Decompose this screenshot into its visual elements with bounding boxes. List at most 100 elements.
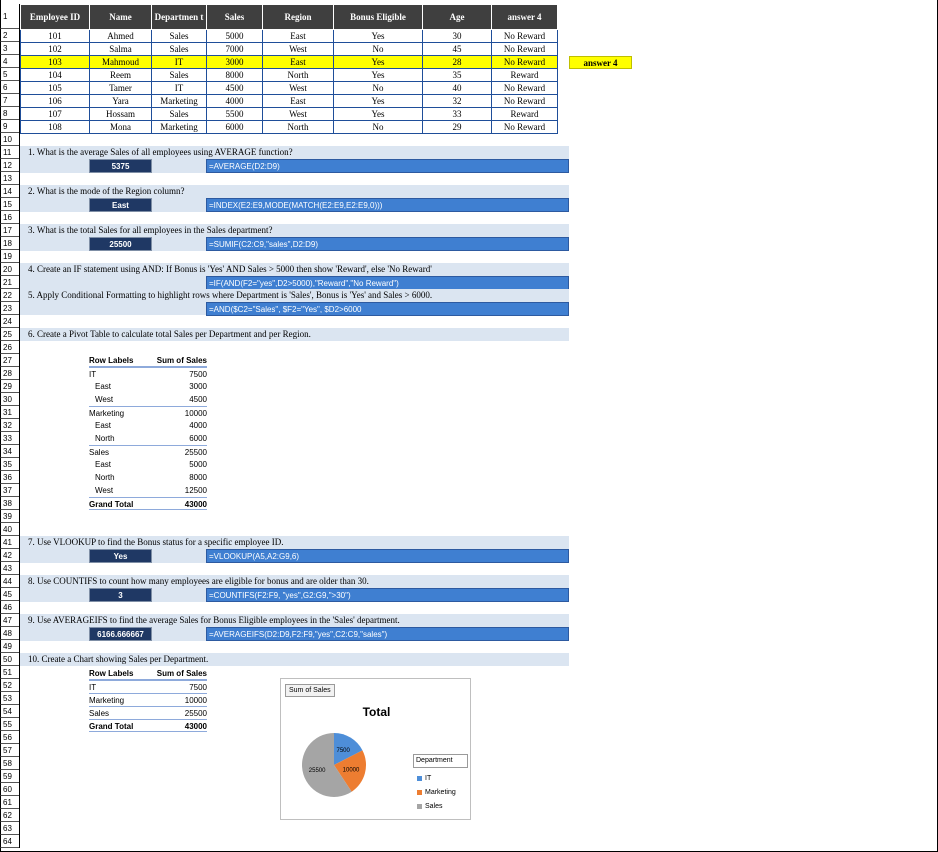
table-cell[interactable]: 35 [422,68,492,82]
formula-cell[interactable]: =INDEX(E2:E9,MODE(MATCH(E2:E9,E2:E9,0))) [206,198,569,212]
row-header[interactable]: 40 [0,523,19,536]
table-cell[interactable]: 4000 [206,94,263,108]
table-cell[interactable]: North [262,120,334,134]
table-cell[interactable]: Tamer [89,81,152,95]
row-header[interactable]: 62 [0,809,19,822]
row-header[interactable]: 28 [0,367,19,380]
table-cell[interactable]: East [262,94,334,108]
formula-cell[interactable]: =IF(AND(F2="yes",D2>5000),"Reward","No R… [206,276,569,290]
question-text[interactable]: 3. What is the total Sales for all emplo… [20,224,569,237]
table-cell[interactable]: Marketing [151,94,207,108]
row-header[interactable]: 4 [0,55,19,68]
row-header[interactable]: 25 [0,328,19,341]
table-cell[interactable]: No Reward [491,94,558,108]
pivot-row[interactable]: North 8000 [89,471,207,484]
pivot-row[interactable]: West 4500 [89,393,207,406]
row-header[interactable]: 7 [0,94,19,107]
table-cell[interactable]: 28 [422,55,492,69]
formula-cell[interactable]: =AVERAGE(D2:D9) [206,159,569,173]
row-header[interactable]: 20 [0,263,19,276]
row-header[interactable]: 23 [0,302,19,315]
pivot-table-region[interactable]: Row Labels Sum of Sales IT 7500 East 3000 West… [89,354,207,510]
row-header[interactable]: 52 [0,679,19,692]
pivot-row[interactable]: East 5000 [89,458,207,471]
table-cell[interactable]: 103 [20,55,90,69]
table-cell[interactable]: Sales [151,29,207,43]
row-header[interactable]: 41 [0,536,19,549]
column-header[interactable]: Age [422,4,492,30]
question-text[interactable]: 10. Create a Chart showing Sales per Dep… [20,653,569,666]
table-cell[interactable]: IT [151,81,207,95]
table-cell[interactable]: West [262,107,334,121]
table-cell[interactable]: 30 [422,29,492,43]
table-cell[interactable]: 5500 [206,107,263,121]
pivot-grand-total[interactable]: Grand Total 43000 [89,719,207,732]
table-cell[interactable]: 7000 [206,42,263,56]
table-cell[interactable]: No [333,81,423,95]
row-header[interactable]: 5 [0,68,19,81]
table-cell[interactable]: Hossam [89,107,152,121]
question-text[interactable]: 9. Use AVERAGEIFS to find the average Sa… [20,614,569,627]
row-header[interactable]: 3 [0,42,19,55]
row-header[interactable]: 33 [0,432,19,445]
column-header[interactable]: answer 4 [491,4,558,30]
row-header[interactable]: 1 [0,4,19,29]
table-cell[interactable]: No Reward [491,81,558,95]
row-header[interactable]: 29 [0,380,19,393]
table-cell[interactable]: IT [151,55,207,69]
row-header[interactable]: 57 [0,744,19,757]
table-cell[interactable]: East [262,29,334,43]
table-cell[interactable]: Yes [333,68,423,82]
table-cell[interactable]: Ahmed [89,29,152,43]
table-cell[interactable]: No [333,120,423,134]
table-cell[interactable]: Sales [151,68,207,82]
column-header[interactable]: Employee ID [20,4,90,30]
question-text[interactable]: 1. What is the average Sales of all empl… [20,146,569,159]
table-cell[interactable]: 105 [20,81,90,95]
table-cell[interactable]: Yes [333,55,423,69]
question-text[interactable]: 8. Use COUNTIFS to count how many employ… [20,575,569,588]
row-header[interactable]: 46 [0,601,19,614]
formula-cell[interactable]: =COUNTIFS(F2:F9, "yes",G2:G9,">30") [206,588,569,602]
table-cell[interactable]: 108 [20,120,90,134]
row-header[interactable]: 6 [0,81,19,94]
row-header[interactable]: 26 [0,341,19,354]
table-cell[interactable]: No [333,42,423,56]
pivot-row[interactable]: Sales 25500 [89,706,207,719]
table-cell[interactable]: Reward [491,107,558,121]
table-cell[interactable]: East [262,55,334,69]
table-cell[interactable]: 104 [20,68,90,82]
table-cell[interactable]: No Reward [491,29,558,43]
table-cell[interactable]: 8000 [206,68,263,82]
table-cell[interactable]: 102 [20,42,90,56]
table-cell[interactable]: No Reward [491,120,558,134]
row-header[interactable]: 38 [0,497,19,510]
row-header[interactable]: 45 [0,588,19,601]
table-cell[interactable]: 40 [422,81,492,95]
legend-item[interactable]: Marketing [417,785,456,799]
table-cell[interactable]: No Reward [491,55,558,69]
row-header[interactable]: 64 [0,835,19,848]
row-header[interactable]: 36 [0,471,19,484]
table-cell[interactable]: Yes [333,107,423,121]
answer-cell[interactable]: 5375 [89,159,152,173]
row-header[interactable]: 48 [0,627,19,640]
row-header[interactable]: 19 [0,250,19,263]
column-header[interactable]: Sales [206,4,263,30]
pivot-row[interactable]: Marketing 10000 [89,406,207,419]
row-header[interactable]: 63 [0,822,19,835]
row-header[interactable]: 10 [0,133,19,146]
row-header[interactable]: 17 [0,224,19,237]
column-header[interactable]: Departmen t [151,4,207,30]
table-cell[interactable]: 6000 [206,120,263,134]
answer-cell[interactable]: 3 [89,588,152,602]
table-cell[interactable]: 106 [20,94,90,108]
question-text[interactable]: 4. Create an IF statement using AND: If … [20,263,569,276]
row-header[interactable]: 24 [0,315,19,328]
table-cell[interactable]: West [262,81,334,95]
row-header[interactable]: 12 [0,159,19,172]
legend-item[interactable]: IT [417,771,456,785]
table-cell[interactable]: Marketing [151,120,207,134]
question-text[interactable]: 6. Create a Pivot Table to calculate tot… [20,328,569,341]
table-cell[interactable]: 29 [422,120,492,134]
